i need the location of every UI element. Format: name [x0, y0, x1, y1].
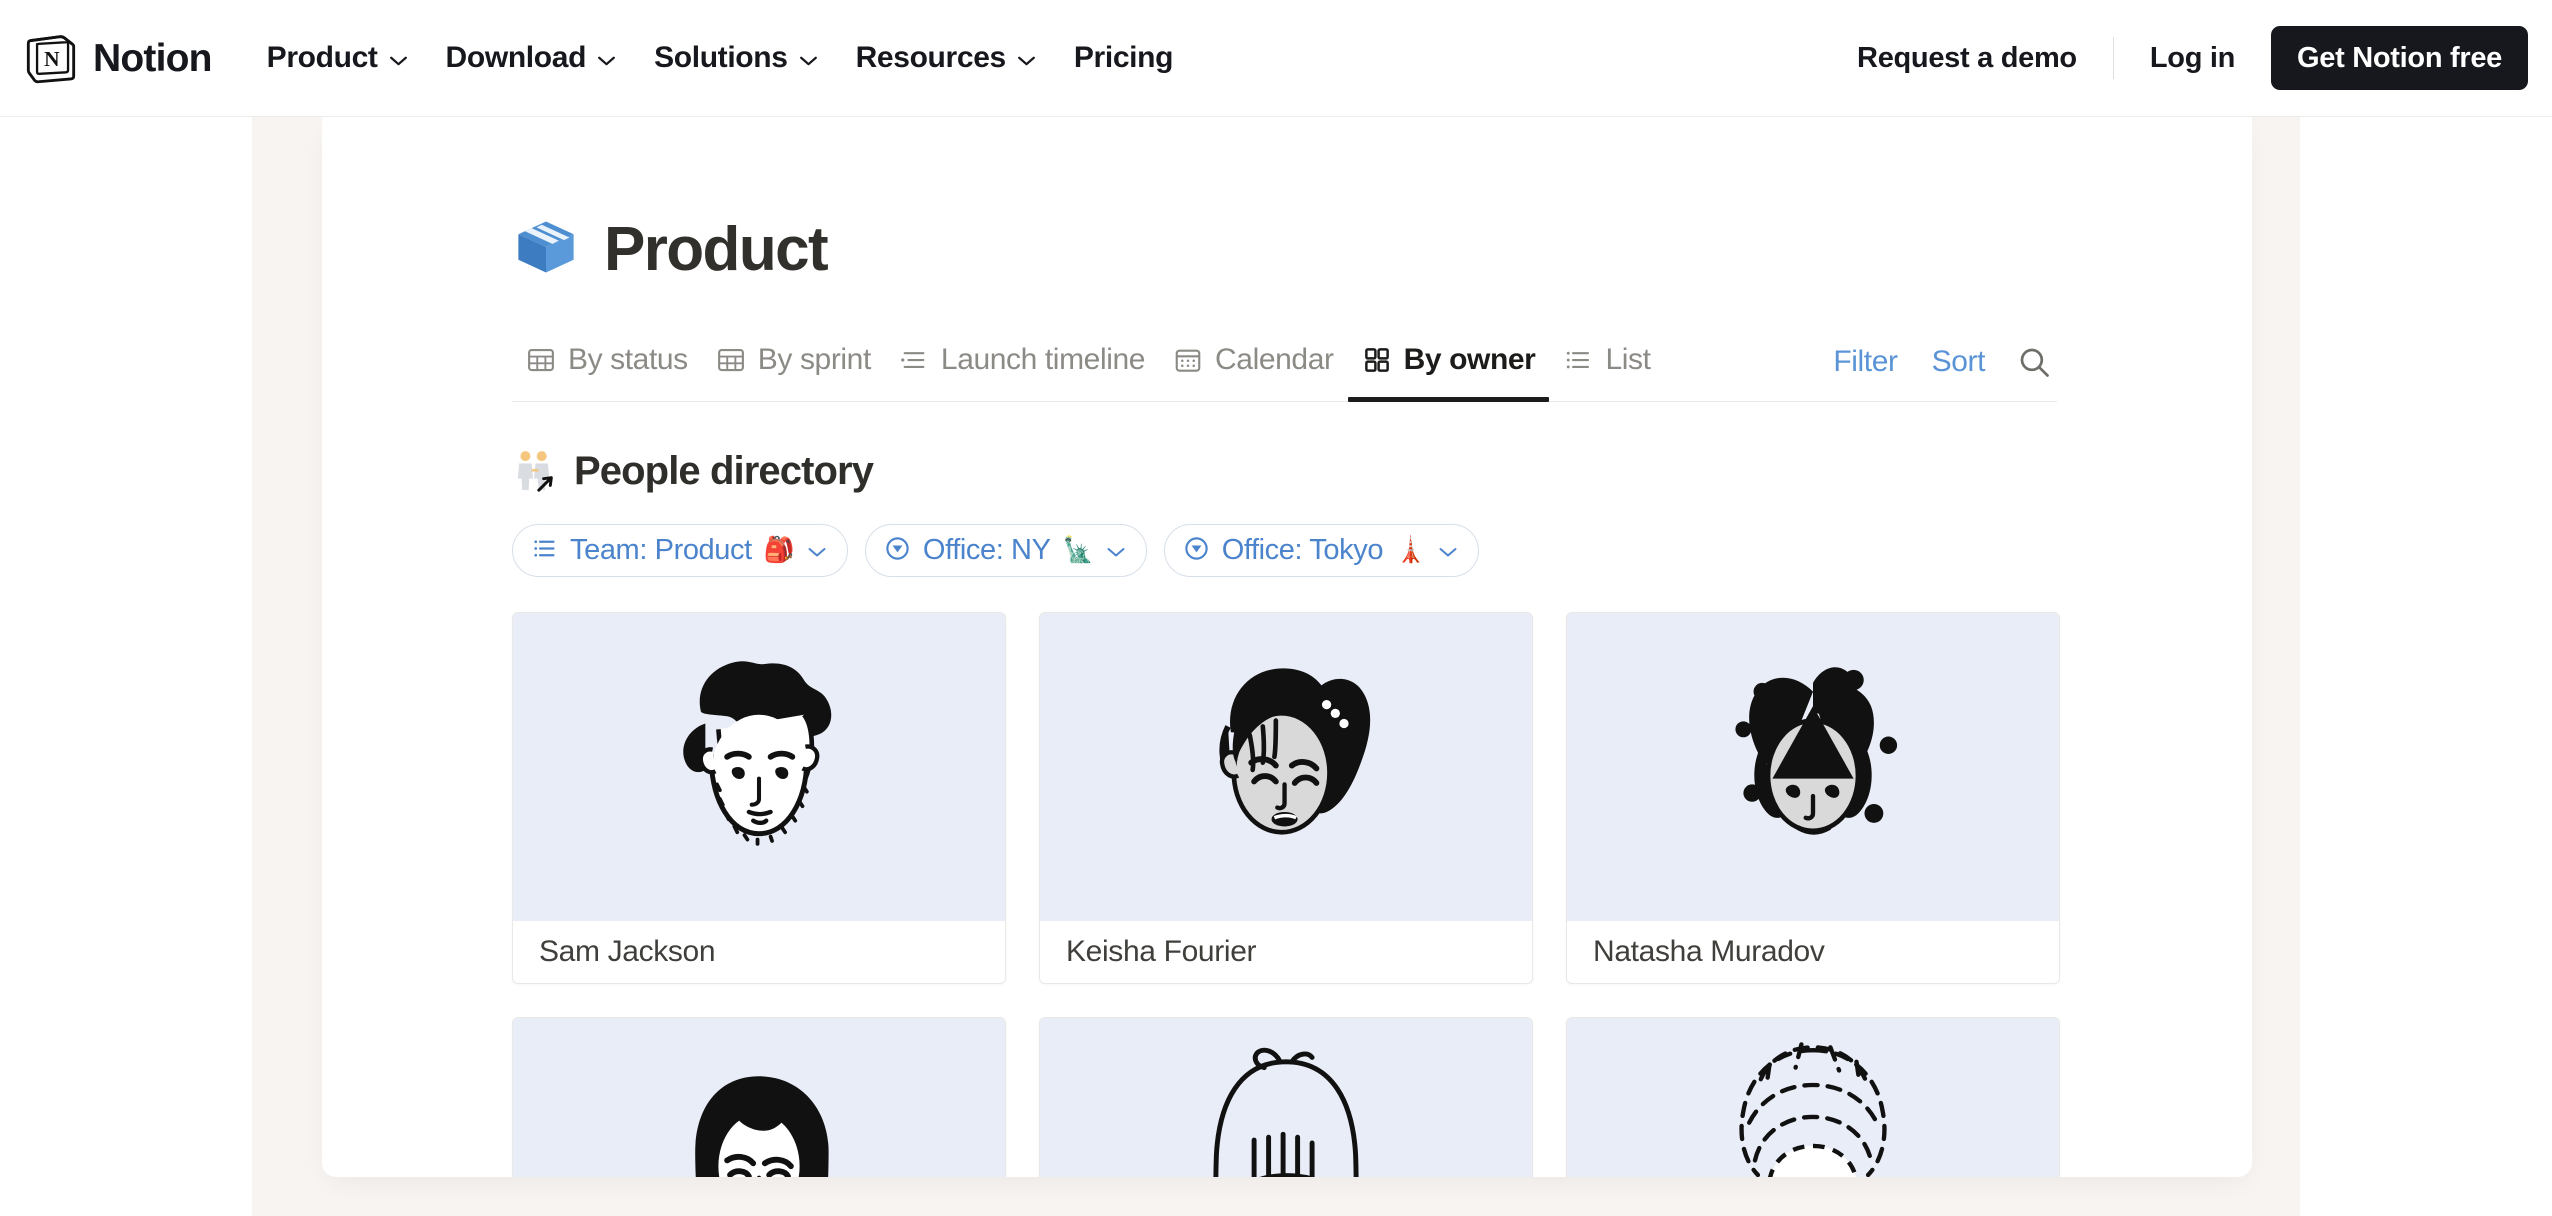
site-header: N Notion Product Download Solutions Reso… — [0, 0, 2552, 117]
nav-item-product[interactable]: Product — [248, 31, 427, 85]
view-tab-by-sprint[interactable]: By sprint — [702, 334, 885, 401]
view-tab-list[interactable]: List — [1549, 334, 1664, 401]
person-card[interactable] — [512, 1017, 1006, 1177]
nav-item-label: Solutions — [654, 41, 788, 74]
filter-circle-icon — [884, 535, 911, 567]
chevron-down-icon — [1017, 55, 1036, 66]
view-tab-label: List — [1605, 342, 1651, 376]
person-card[interactable]: Sam Jackson — [512, 612, 1006, 984]
sort-button[interactable]: Sort — [1920, 345, 1997, 379]
chevron-down-icon — [799, 55, 818, 66]
view-tab-by-owner[interactable]: By owner — [1347, 334, 1550, 402]
gallery-grid-icon — [1362, 345, 1392, 375]
backpack-emoji-icon: 🎒 — [763, 536, 795, 564]
blue-package-box-emoji-icon — [512, 213, 580, 286]
panel-content: Product By status By sprint Launch timel… — [322, 117, 2252, 1177]
nav-item-download[interactable]: Download — [427, 31, 636, 85]
notion-home-link[interactable]: N Notion — [26, 32, 212, 84]
chevron-down-icon — [807, 545, 827, 557]
timeline-list-icon — [899, 345, 929, 375]
nav-item-label: Resources — [855, 41, 1007, 74]
header-divider — [2112, 37, 2114, 79]
statue-of-liberty-emoji-icon: 🗽 — [1062, 536, 1094, 564]
person-avatar — [1567, 613, 2059, 921]
filter-chip-office-tokyo[interactable]: Office: Tokyo 🗼 — [1163, 524, 1480, 577]
person-avatar — [513, 1018, 1005, 1177]
database-views-bar: By status By sprint Launch timeline Cale… — [512, 334, 2057, 402]
view-tab-label: By sprint — [757, 342, 872, 376]
filter-chip-label: Office: Tokyo — [1221, 534, 1384, 566]
list-lines-icon — [531, 535, 558, 567]
person-avatar — [1040, 613, 1532, 921]
filter-circle-icon — [1183, 535, 1210, 567]
notion-cube-logo-icon: N — [26, 32, 76, 84]
header-right-group: Request a demo Log in Get Notion free — [1835, 26, 2528, 90]
nav-item-resources[interactable]: Resources — [837, 31, 1055, 85]
table-grid-icon — [716, 345, 746, 375]
person-name: Sam Jackson — [539, 935, 716, 968]
get-notion-free-button[interactable]: Get Notion free — [2271, 26, 2528, 90]
view-tab-launch-timeline[interactable]: Launch timeline — [885, 334, 1159, 401]
filter-chip-row: Team: Product 🎒 Office: NY 🗽 Office: Tok… — [512, 524, 2062, 577]
person-card[interactable] — [1039, 1017, 1533, 1177]
chevron-down-icon — [597, 55, 616, 66]
person-name: Natasha Muradov — [1593, 935, 1825, 968]
table-grid-icon — [526, 345, 556, 375]
log-in-link[interactable]: Log in — [2128, 32, 2257, 85]
search-icon[interactable] — [2011, 339, 2057, 385]
brand-name: Notion — [93, 36, 212, 80]
view-tab-label: Calendar — [1215, 342, 1334, 376]
people-gallery-grid: Sam Jackson Keisha Fourier Natasha Murad… — [512, 612, 2067, 1177]
view-tab-calendar[interactable]: Calendar — [1159, 334, 1348, 401]
person-avatar — [1567, 1018, 2059, 1177]
request-demo-link[interactable]: Request a demo — [1835, 32, 2099, 85]
header-left-group: N Notion Product Download Solutions Reso… — [26, 31, 1192, 85]
view-tab-label: By owner — [1403, 342, 1536, 376]
person-avatar — [513, 613, 1005, 921]
page-title-row: Product — [512, 213, 2062, 286]
filter-chip-label: Team: Product — [570, 534, 752, 566]
calendar-icon — [1173, 345, 1203, 375]
list-icon — [1563, 345, 1593, 375]
primary-nav: Product Download Solutions Resources Pri… — [248, 31, 1192, 85]
section-title: People directory — [574, 449, 874, 493]
person-card[interactable] — [1566, 1017, 2060, 1177]
view-actions: Filter Sort — [1821, 339, 2057, 401]
person-card[interactable]: Natasha Muradov — [1566, 612, 2060, 984]
nav-item-label: Product — [266, 41, 378, 74]
svg-text:N: N — [44, 47, 60, 71]
view-tab-label: Launch timeline — [940, 342, 1146, 376]
person-avatar — [1040, 1018, 1532, 1177]
filter-button[interactable]: Filter — [1821, 345, 1909, 379]
nav-item-label: Download — [445, 41, 587, 74]
page-body: Product By status By sprint Launch timel… — [0, 117, 2552, 1216]
filter-chip-office-ny[interactable]: Office: NY 🗽 — [864, 524, 1147, 577]
page-title: Product — [604, 214, 829, 284]
chevron-down-icon — [1438, 545, 1458, 557]
filter-chip-label: Office: NY — [922, 534, 1051, 566]
nav-item-label: Pricing — [1073, 41, 1174, 74]
tokyo-tower-emoji-icon: 🗼 — [1395, 536, 1427, 564]
chevron-down-icon — [1106, 545, 1126, 557]
two-people-holding-hands-emoji-icon — [512, 448, 558, 494]
view-tab-by-status[interactable]: By status — [512, 334, 702, 401]
section-heading-row[interactable]: People directory — [512, 448, 2062, 494]
nav-item-solutions[interactable]: Solutions — [635, 31, 837, 85]
nav-item-pricing[interactable]: Pricing — [1055, 31, 1192, 85]
notion-app-panel: Product By status By sprint Launch timel… — [322, 117, 2252, 1177]
chevron-down-icon — [389, 55, 408, 66]
person-name: Keisha Fourier — [1066, 935, 1257, 968]
person-card[interactable]: Keisha Fourier — [1039, 612, 1533, 984]
view-tab-label: By status — [568, 342, 688, 376]
filter-chip-team-product[interactable]: Team: Product 🎒 — [512, 524, 848, 577]
